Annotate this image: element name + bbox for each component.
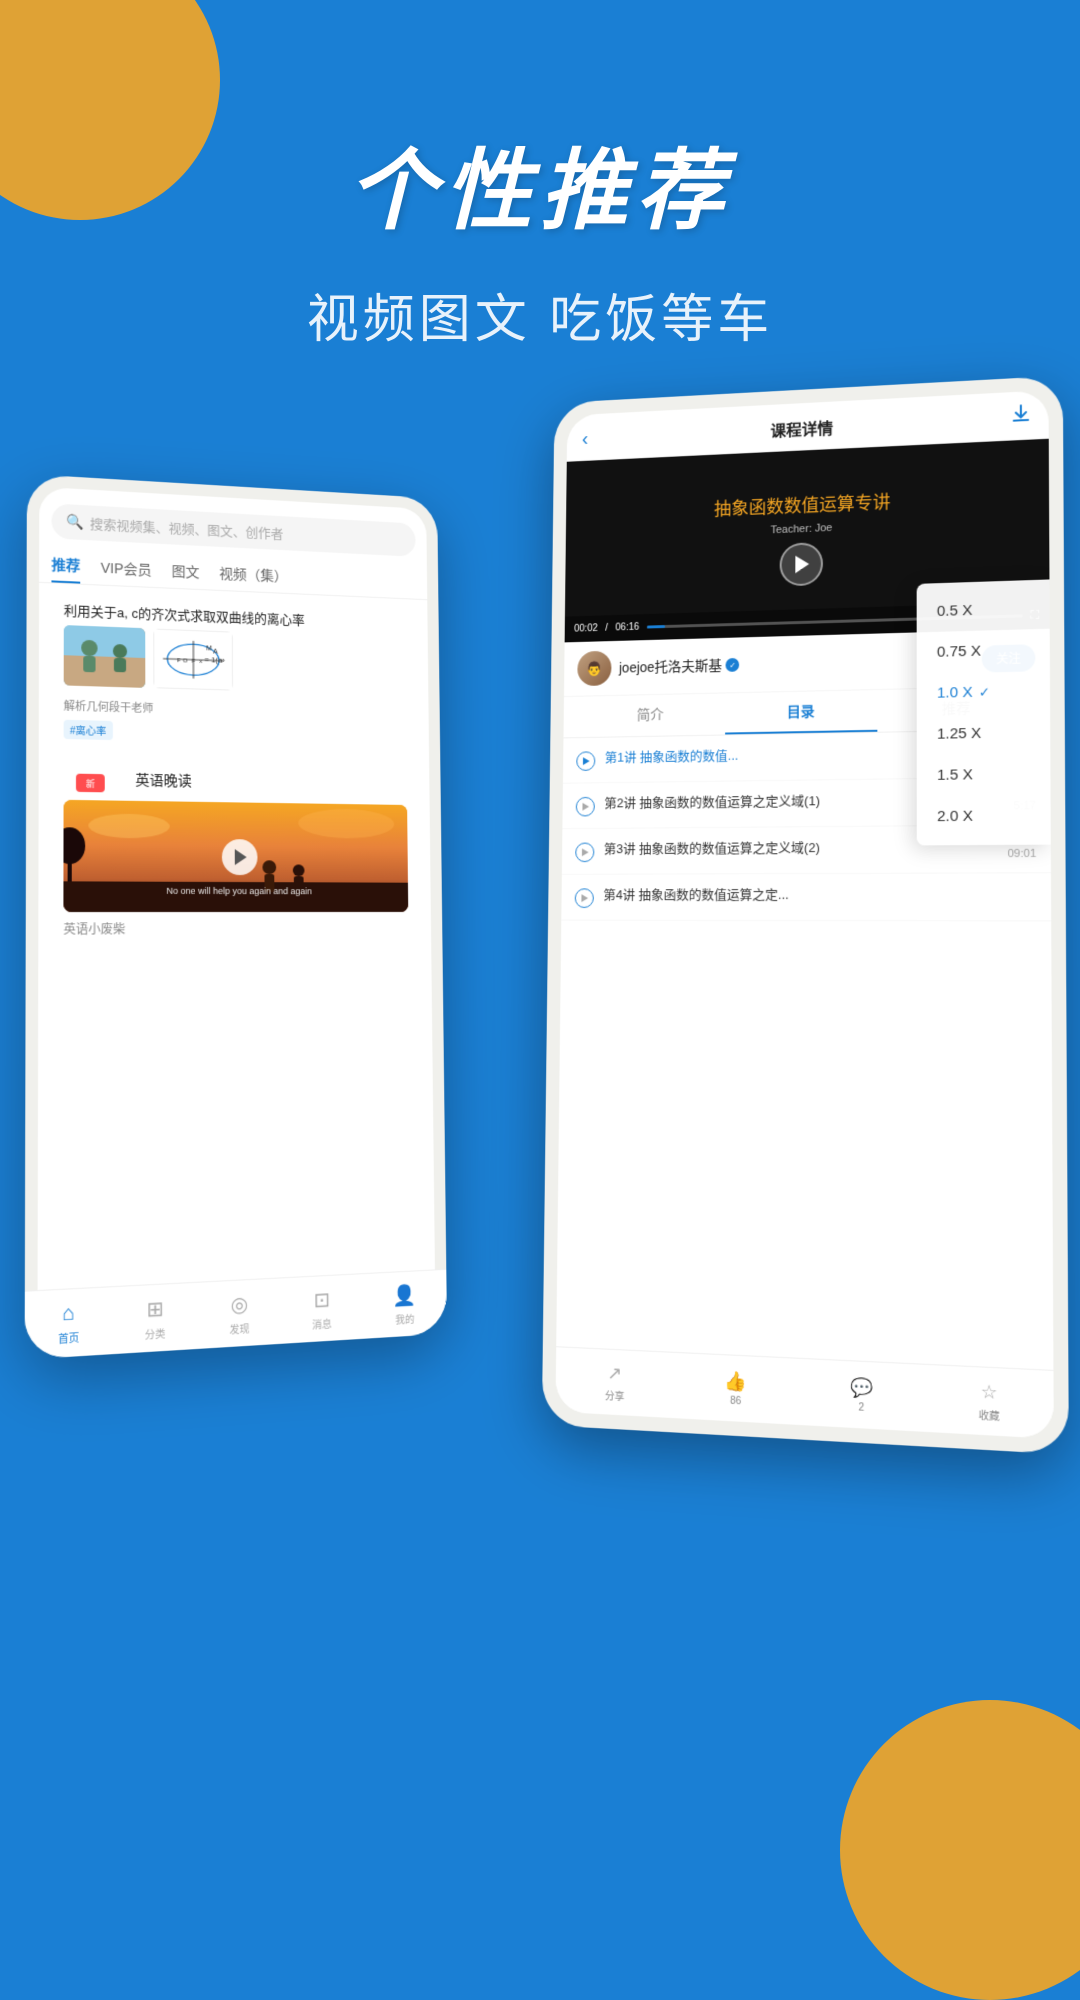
svg-text:F: F [192, 658, 196, 665]
course-item-4-title: 第4讲 抽象函数的数值运算之定... [603, 886, 1036, 905]
nav-category-label: 分类 [145, 1324, 166, 1341]
main-title: 个性推荐 [0, 120, 1080, 247]
math-card-media: M A F O F x = 1(a› [51, 625, 417, 704]
messages-icon: ⊡ [314, 1287, 331, 1313]
author-name: joejoe托洛夫斯基 ✓ [619, 655, 740, 677]
header-section: 个性推荐 视频图文 吃饭等车 [0, 0, 1080, 352]
share-icon: ↗ [607, 1362, 622, 1384]
speed-1.25x[interactable]: 1.25 X [917, 711, 1051, 755]
author-info: joejoe托洛夫斯基 ✓ [619, 655, 740, 677]
comment-count: 2 [859, 1402, 865, 1414]
back-button[interactable]: ‹ [582, 428, 588, 450]
verified-badge: ✓ [726, 658, 740, 672]
nav-category[interactable]: ⊞ 分类 [145, 1295, 166, 1341]
play-icon-1 [576, 751, 595, 771]
tab-recommend[interactable]: 推荐 [51, 548, 80, 583]
home-icon: ⌂ [62, 1301, 75, 1326]
svg-text:x: x [199, 658, 202, 665]
english-card[interactable]: 新 英语晚读 [51, 757, 420, 946]
speed-1.5x[interactable]: 1.5 X [917, 753, 1051, 796]
progress-fill [647, 625, 665, 628]
course-item-3-duration: 09:01 [1008, 848, 1037, 860]
comment-icon: 💬 [850, 1376, 873, 1399]
video-main-title: 抽象函数数值运算专讲 [714, 488, 891, 521]
nav-discover[interactable]: ◎ 发现 [229, 1291, 249, 1336]
tab-video[interactable]: 视频（集） [219, 558, 287, 592]
nav-discover-label: 发现 [229, 1320, 249, 1337]
speed-0.75x[interactable]: 0.75 X [917, 629, 1050, 674]
video-teacher: Teacher: Joe [771, 522, 833, 536]
video-play-button[interactable] [780, 542, 823, 586]
like-count: 86 [730, 1395, 741, 1407]
english-video-thumb[interactable]: No one will help you again and again [63, 800, 408, 912]
search-icon: 🔍 [66, 513, 84, 531]
left-phone-inner: 🔍 搜索视频集、视频、图文、创作者 推荐 VIP会员 图文 视频（集） 利用关于… [37, 487, 435, 1346]
nav-home[interactable]: ⌂ 首页 [58, 1301, 79, 1345]
action-like[interactable]: 👍 86 [725, 1370, 748, 1407]
thumb-people-bg [64, 625, 146, 688]
share-label: 分享 [605, 1386, 625, 1402]
nav-profile[interactable]: 👤 我的 [393, 1282, 417, 1327]
author-avatar: 👨 [577, 651, 611, 686]
math-thumbnail: M A F O F x = 1(a› [153, 629, 233, 691]
svg-text:O: O [183, 658, 188, 665]
photo-thumbnail [64, 625, 146, 688]
svg-text:F: F [177, 658, 181, 665]
math-diagram: M A F O F x = 1(a› [153, 629, 233, 691]
nav-home-label: 首页 [58, 1328, 79, 1345]
bottom-nav: ⌂ 首页 ⊞ 分类 ◎ 发现 ⊡ 消息 👤 我的 [37, 1269, 435, 1346]
search-bar[interactable]: 🔍 搜索视频集、视频、图文、创作者 [52, 503, 416, 556]
speed-menu: 0.5 X 0.75 X 1.0 X ✓ 1.25 X 1.5 X 2.0 X [917, 579, 1051, 845]
phones-container: 🔍 搜索视频集、视频、图文、创作者 推荐 VIP会员 图文 视频（集） 利用关于… [0, 380, 1080, 1900]
play-icon-4 [575, 888, 594, 908]
action-collect[interactable]: ☆ 收藏 [979, 1381, 1000, 1423]
right-phone: ‹ 课程详情 抽象函数的数值运算专讲 [542, 376, 1069, 1455]
svg-text:M: M [206, 645, 212, 652]
course-item-4[interactable]: 第4讲 抽象函数的数值运算之定... [561, 873, 1051, 921]
time-total: 06:16 [615, 622, 639, 633]
right-phone-inner: ‹ 课程详情 抽象函数的数值运算专讲 [555, 390, 1053, 1439]
english-card-title: 英语晚读 [123, 767, 204, 796]
nav-profile-label: 我的 [395, 1310, 414, 1326]
collect-label: 收藏 [979, 1406, 1000, 1423]
play-button[interactable] [222, 839, 258, 875]
svg-text:= 1(a›: = 1(a› [205, 655, 226, 665]
tab-vip[interactable]: VIP会员 [101, 552, 152, 586]
action-share[interactable]: ↗ 分享 [605, 1362, 625, 1403]
like-icon: 👍 [725, 1370, 747, 1393]
tab-intro[interactable]: 简介 [577, 693, 725, 737]
course-item-4-info: 第4讲 抽象函数的数值运算之定... [603, 886, 1036, 905]
speed-0.5x[interactable]: 0.5 X [917, 587, 1050, 632]
play-icon-3 [575, 843, 594, 863]
time-separator: / [605, 623, 608, 634]
collect-icon: ☆ [981, 1381, 998, 1404]
left-phone-tabs: 推荐 VIP会员 图文 视频（集） [39, 548, 427, 600]
math-card[interactable]: 利用关于a, c的齐次式求取双曲线的离心率 [51, 591, 418, 755]
speed-2.0x[interactable]: 2.0 X [917, 795, 1051, 838]
course-title: 课程详情 [770, 415, 833, 441]
sub-title: 视频图文 吃饭等车 [0, 277, 1080, 352]
action-comment[interactable]: 💬 2 [850, 1376, 873, 1414]
nav-messages[interactable]: ⊡ 消息 [312, 1286, 332, 1331]
math-card-tag: #离心率 [64, 720, 113, 740]
speed-1.0x[interactable]: 1.0 X ✓ [917, 670, 1050, 714]
play-icon-2 [576, 797, 595, 817]
english-caption: 英语小废柴 [51, 918, 420, 946]
new-badge: 新 [76, 774, 105, 793]
course-actions: ↗ 分享 👍 86 💬 2 ☆ 收藏 [555, 1346, 1053, 1439]
discover-icon: ◎ [231, 1291, 249, 1318]
category-icon: ⊞ [146, 1295, 163, 1322]
tab-graphic[interactable]: 图文 [172, 555, 200, 588]
search-placeholder: 搜索视频集、视频、图文、创作者 [90, 513, 283, 542]
tab-catalog[interactable]: 目录 [725, 690, 878, 735]
left-phone: 🔍 搜索视频集、视频、图文、创作者 推荐 VIP会员 图文 视频（集） 利用关于… [25, 474, 447, 1360]
nav-messages-label: 消息 [312, 1315, 332, 1331]
video-subtitle: No one will help you again and again [63, 885, 408, 904]
time-current: 00:02 [574, 623, 598, 634]
profile-icon: 👤 [393, 1282, 417, 1308]
download-button[interactable] [1010, 403, 1033, 432]
